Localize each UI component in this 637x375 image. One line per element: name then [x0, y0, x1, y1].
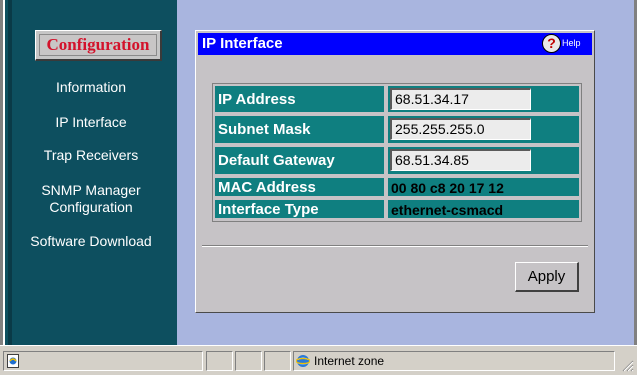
- configuration-header-label: Configuration: [39, 34, 157, 56]
- sidebar-item-trap-receivers[interactable]: Trap Receivers: [5, 147, 177, 164]
- ip-address-cell: 68.51.34.17: [387, 85, 580, 113]
- table-row: MAC Address 00 80 c8 20 17 12: [214, 177, 580, 197]
- table-row: Interface Type ethernet-csmacd: [214, 199, 580, 219]
- status-message-pane: [3, 351, 203, 371]
- status-pane-3: [264, 351, 291, 371]
- sidebar-item-software-download[interactable]: Software Download: [5, 233, 177, 250]
- mac-address-value: 00 80 c8 20 17 12: [391, 180, 504, 196]
- window-frame-left: [0, 0, 3, 375]
- help-icon[interactable]: ?: [542, 34, 561, 53]
- sidebar-item-information[interactable]: Information: [5, 79, 177, 96]
- zone-label: Internet zone: [314, 354, 385, 368]
- apply-button[interactable]: Apply: [515, 262, 579, 292]
- interface-type-cell: ethernet-csmacd: [387, 199, 580, 219]
- page-icon: [7, 354, 19, 368]
- resize-grip-icon[interactable]: [620, 358, 634, 372]
- sidebar-item-ip-interface[interactable]: IP Interface: [5, 114, 177, 131]
- help-link[interactable]: Help: [562, 38, 581, 48]
- sidebar: Configuration Information IP Interface T…: [5, 0, 177, 345]
- table-row: Subnet Mask 255.255.255.0: [214, 115, 580, 144]
- ip-address-label: IP Address: [214, 85, 385, 113]
- table-row: IP Address 68.51.34.17: [214, 85, 580, 113]
- mac-address-label: MAC Address: [214, 177, 385, 197]
- subnet-mask-cell: 255.255.255.0: [387, 115, 580, 144]
- interface-type-label: Interface Type: [214, 199, 385, 219]
- panel-title: IP Interface: [202, 35, 283, 52]
- default-gateway-input[interactable]: 68.51.34.85: [390, 149, 531, 171]
- subnet-mask-label: Subnet Mask: [214, 115, 385, 144]
- status-pane-2: [235, 351, 262, 371]
- subnet-mask-input[interactable]: 255.255.255.0: [390, 118, 531, 140]
- table-row: Default Gateway 68.51.34.85: [214, 146, 580, 175]
- mac-address-cell: 00 80 c8 20 17 12: [387, 177, 580, 197]
- default-gateway-label: Default Gateway: [214, 146, 385, 175]
- interface-type-value: ethernet-csmacd: [391, 202, 504, 218]
- zone-pane: Internet zone: [293, 351, 615, 371]
- status-pane-1: [206, 351, 233, 371]
- panel-divider: [202, 245, 588, 247]
- panel-title-bar: IP Interface ? Help: [198, 33, 592, 55]
- status-bar: Internet zone: [0, 345, 637, 375]
- internet-zone-icon: [296, 355, 310, 367]
- ip-address-input[interactable]: 68.51.34.17: [390, 88, 531, 110]
- sidebar-item-label-line2: Configuration: [49, 199, 133, 215]
- sidebar-item-label-line1: SNMP Manager: [41, 182, 141, 198]
- sidebar-edge: [8, 0, 12, 345]
- sidebar-item-snmp-manager-configuration[interactable]: SNMP Manager Configuration: [5, 182, 177, 216]
- configuration-header-button[interactable]: Configuration: [35, 30, 162, 61]
- default-gateway-cell: 68.51.34.85: [387, 146, 580, 175]
